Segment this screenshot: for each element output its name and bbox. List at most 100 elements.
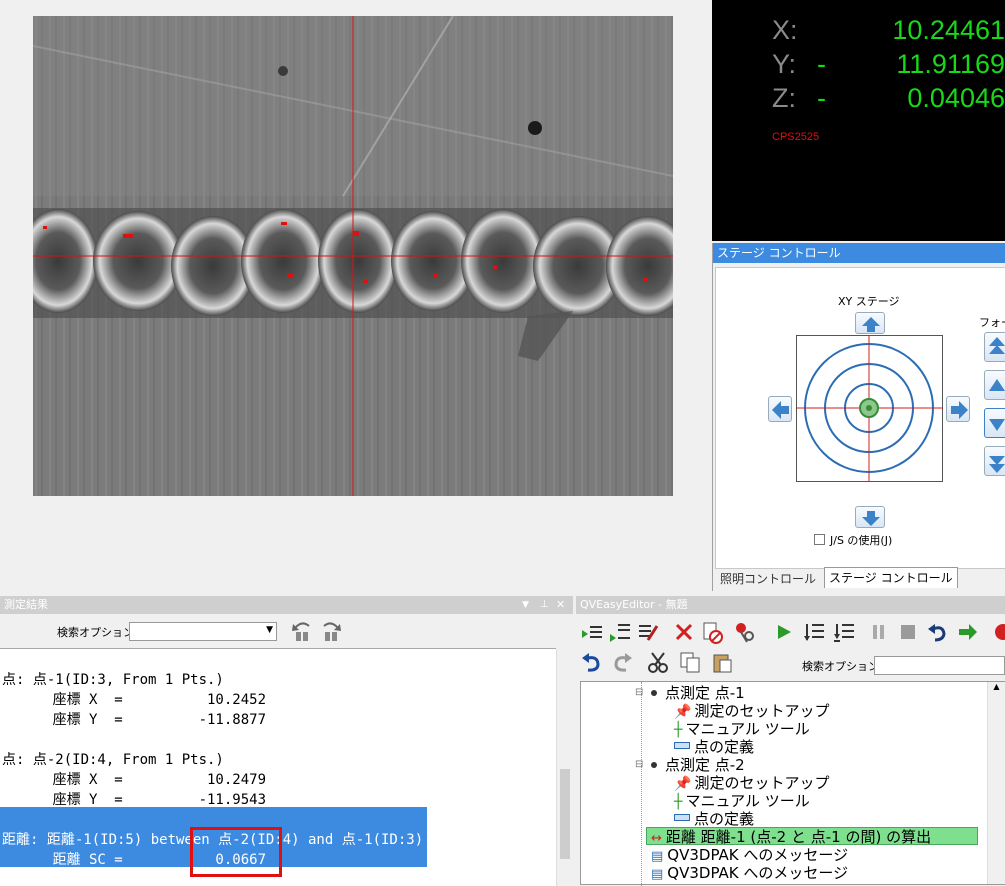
tree-item-label: 測定のセットアップ (694, 702, 830, 720)
next-icon[interactable] (956, 620, 980, 644)
result-line: 座標 X = 10.2479 (2, 772, 267, 788)
collapse-icon[interactable]: ⊟ (635, 684, 643, 702)
tree-item-label: 点測定 点-1 (665, 684, 745, 702)
tree-item[interactable]: ↔ 距離 距離-1 (点-2 と 点-1 の間) の算出 (651, 828, 931, 846)
results-panel-title: 測定結果 (4, 598, 48, 611)
focus-up-button[interactable] (984, 370, 1005, 400)
xy-joystick-pad[interactable] (796, 335, 943, 482)
editor-title-bar: QVEasyEditor - 無題 (576, 596, 1005, 614)
crosshair-icon: ┼ (674, 722, 683, 738)
editor-toolbar: 検索オプション: (576, 614, 1005, 681)
js-checkbox-label: J/S の使用(J) (830, 534, 893, 547)
result-line: 点: 点-2(ID:4, From 1 Pts.) (2, 752, 224, 768)
tree-item-label: 距離 距離-1 (点-2 と 点-1 の間) の算出 (665, 828, 932, 846)
tree-item[interactable]: 📌 測定のセットアップ (674, 774, 829, 792)
undo-arrow-icon[interactable] (926, 620, 950, 644)
stage-left-button[interactable] (768, 396, 792, 422)
scrollbar-thumb[interactable] (560, 769, 570, 859)
step-icon[interactable] (802, 620, 826, 644)
run-icon[interactable] (772, 620, 796, 644)
dro-x-label: X: (772, 15, 798, 45)
arrow-up-icon (862, 317, 880, 332)
highlight-box (190, 827, 282, 877)
js-checkbox[interactable] (814, 534, 825, 545)
focus-fast-up-button[interactable] (984, 332, 1005, 362)
result-line: 座標 X = 10.2452 (2, 692, 267, 708)
scroll-up-icon[interactable]: ▲ (988, 682, 1005, 691)
insert-below-icon[interactable] (608, 620, 632, 644)
message-icon: ▤ (651, 867, 664, 882)
collapse-icon[interactable]: ⊟ (635, 756, 643, 774)
tree-item[interactable]: ▤ QV3DPAK へのメッセージ (651, 846, 848, 864)
insert-above-icon[interactable] (580, 620, 604, 644)
stage-panel-title: ステージ コントロール (713, 243, 1005, 263)
tab-stage-control[interactable]: ステージ コントロール (824, 567, 958, 588)
crosshair-icon: ┼ (674, 794, 683, 810)
tree-item[interactable]: 点の定義 (674, 810, 754, 828)
tree-item[interactable]: ┼ マニュアル ツール (674, 720, 810, 738)
tree-item[interactable]: ┼ マニュアル ツール (674, 792, 810, 810)
double-arrow-up-icon (989, 337, 1005, 354)
disable-icon[interactable] (700, 620, 724, 644)
arrow-down-icon (989, 419, 1005, 431)
run-to-icon[interactable] (832, 620, 856, 644)
search-next-icon[interactable] (318, 618, 344, 644)
dash-icon (674, 810, 694, 828)
results-search-input[interactable]: ▼ (129, 622, 277, 641)
tree-item[interactable]: ▤ QV3DPAK へのメッセージ (651, 864, 848, 882)
pin-icon[interactable]: ⊥ (540, 596, 549, 614)
close-icon[interactable]: ✕ (556, 596, 565, 614)
tab-lighting-control[interactable]: 照明コントロール (716, 569, 820, 589)
stage-right-button[interactable] (946, 396, 970, 422)
tree-item[interactable]: 点の定義 (674, 738, 754, 756)
paste-icon[interactable] (710, 650, 734, 674)
dro-model-label: CPS2525 (772, 131, 820, 143)
tree-scrollbar[interactable]: ▲ (987, 682, 1005, 884)
bullet-icon (651, 684, 665, 702)
results-text-pane[interactable]: 点: 点-1(ID:3, From 1 Pts.) 座標 X = 10.2452… (0, 648, 574, 886)
stage-inner-area: XY ステージ フォーカス J/S の使用(J) (715, 267, 1005, 569)
undo-icon[interactable] (580, 650, 604, 674)
message-icon: ▤ (651, 849, 664, 864)
stage-down-button[interactable] (855, 506, 885, 528)
camera-view[interactable] (33, 16, 673, 496)
copy-icon[interactable] (678, 650, 702, 674)
arrow-right-icon (951, 401, 968, 419)
results-toolbar: 検索オプション: ▼ (0, 614, 573, 648)
record-icon[interactable] (991, 620, 1005, 644)
tree-item-label: 点の定義 (694, 738, 755, 756)
result-line: 座標 Y = -11.9543 (2, 792, 267, 808)
tree-item[interactable]: ⊟ 点測定 点-2 (635, 756, 745, 774)
cut-icon[interactable] (646, 650, 670, 674)
editor-search-label: 検索オプション: (802, 660, 883, 673)
dro-y-value: 11.91169 (896, 49, 1005, 79)
search-prev-icon[interactable] (289, 618, 315, 644)
stage-control-panel: ステージ コントロール XY ステージ フォーカス J/S の使用(J) (712, 243, 1005, 591)
stage-up-button[interactable] (855, 312, 885, 334)
arrow-up-icon (989, 379, 1005, 391)
breakpoint-icon[interactable] (732, 620, 756, 644)
delete-icon[interactable] (672, 620, 696, 644)
dro-display: X: 10.24461 Y: - 11.91169 Z: - 0.04046 C… (712, 0, 1005, 241)
double-arrow-down-icon (989, 456, 1005, 473)
dropdown-arrow-icon[interactable]: ▼ (522, 596, 529, 614)
editor-search-input[interactable] (874, 656, 1005, 675)
tree-item-label: マニュアル ツール (685, 720, 810, 738)
edit-icon[interactable] (636, 620, 660, 644)
redo-icon[interactable] (610, 650, 634, 674)
pause-icon[interactable] (866, 620, 890, 644)
tree-item-label: 点の定義 (694, 810, 755, 828)
program-tree[interactable]: ⊟ 点測定 点-1 📌 測定のセットアップ ┼ マニュアル ツール 点の定義 ⊟ 点測定 点-2… (580, 681, 1005, 886)
focus-fast-down-button[interactable] (984, 446, 1005, 476)
focus-down-button[interactable] (984, 408, 1005, 438)
pin-icon: 📌 (674, 704, 692, 720)
tree-guide (641, 682, 643, 886)
distance-icon: ↔ (651, 831, 662, 846)
arrow-down-icon (862, 511, 880, 526)
results-scrollbar[interactable] (556, 649, 574, 886)
tree-item-label: 点測定 点-2 (665, 756, 745, 774)
stop-icon[interactable] (896, 620, 920, 644)
tree-item[interactable]: 📌 測定のセットアップ (674, 702, 829, 720)
dro-z-label: Z: (772, 83, 796, 113)
tree-item[interactable]: ⊟ 点測定 点-1 (635, 684, 745, 702)
